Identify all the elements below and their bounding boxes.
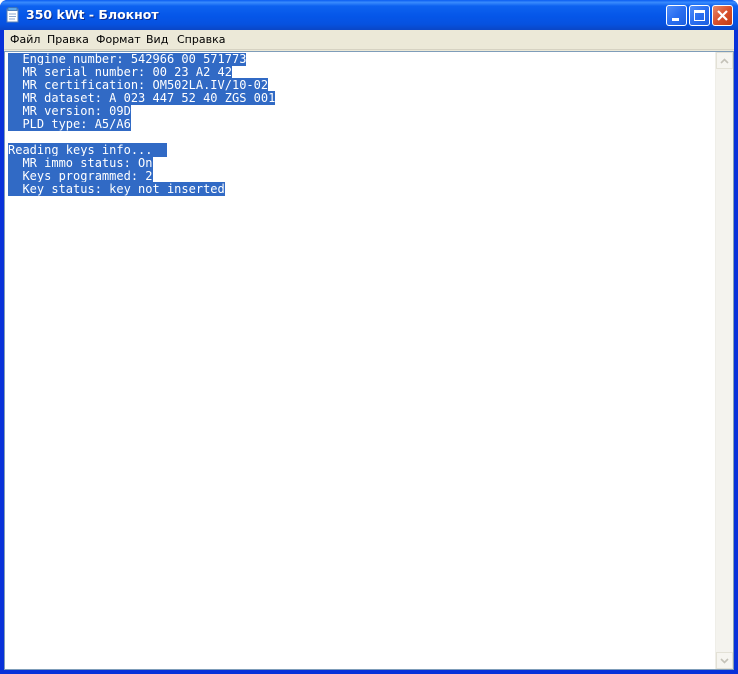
selected-text: Reading keys info... [8,143,167,157]
selected-text: MR certification: OM502LA.IV/10-02 [8,78,269,92]
selected-text: Keys programmed: 2 [8,169,153,183]
scroll-down-button[interactable] [716,652,733,669]
menu-help[interactable]: Справка [177,33,225,46]
minimize-icon [672,18,679,21]
text-line: Key status: key not inserted [8,182,714,196]
selected-text: MR immo status: On [8,156,153,170]
text-line: PLD type: A5/A6 [8,117,714,131]
menu-bar: Файл Правка Формат Вид Справка [4,30,734,50]
close-button[interactable] [712,5,733,26]
scroll-up-button[interactable] [716,52,733,69]
selected-text: Key status: key not inserted [8,182,225,196]
chevron-down-icon [720,658,729,664]
notepad-icon[interactable] [6,7,20,23]
maximize-button[interactable] [689,5,710,26]
vertical-scrollbar[interactable] [715,52,733,669]
selected-text: MR dataset: A 023 447 52 40 ZGS 001 [8,91,276,105]
menu-file[interactable]: Файл [10,33,40,46]
menu-view[interactable]: Вид [146,33,168,46]
selected-text: PLD type: A5/A6 [8,117,131,131]
menu-format[interactable]: Формат [96,33,141,46]
notepad-window: 350 kWt - Блокнот Файл Правка Формат Вид [0,0,738,674]
selected-text: MR serial number: 00 23 A2 42 [8,65,232,79]
text-editor[interactable]: Engine number: 542966 00 571773 MR seria… [4,51,734,670]
selected-text: MR version: 09D [8,104,131,118]
close-icon [717,10,728,21]
title-bar[interactable]: 350 kWt - Блокнот [0,0,738,30]
chevron-up-icon [720,58,729,64]
text-content[interactable]: Engine number: 542966 00 571773 MR seria… [8,53,714,668]
window-client-area: Файл Правка Формат Вид Справка Engine nu… [4,30,734,670]
minimize-button[interactable] [666,5,687,26]
maximize-icon [694,10,705,21]
window-title: 350 kWt - Блокнот [26,7,159,22]
menu-edit[interactable]: Правка [47,33,89,46]
